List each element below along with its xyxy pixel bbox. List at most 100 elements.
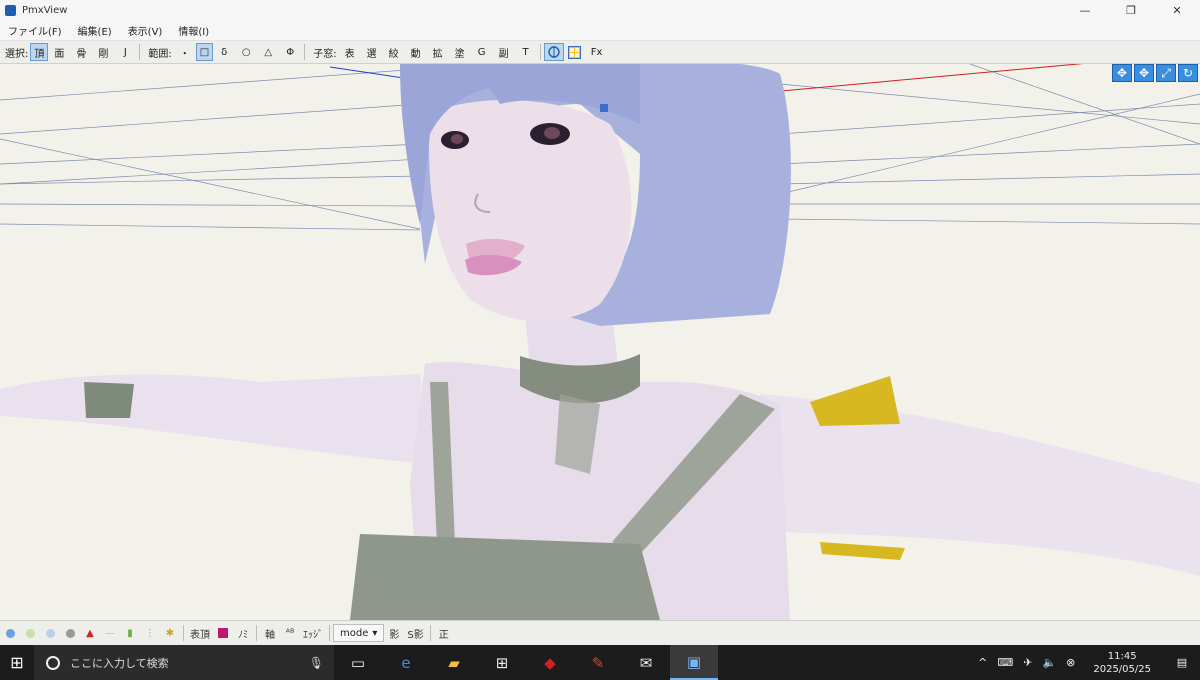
toolbar-divider [139, 44, 141, 60]
rotate-icon[interactable]: ↻ [1178, 64, 1198, 82]
morph-icon[interactable]: ▮ [120, 624, 140, 642]
crosshair-icon[interactable] [543, 43, 564, 61]
left-eye-highlight [451, 134, 463, 144]
child-scale-button[interactable]: 拡 [427, 43, 449, 61]
select-face-button[interactable]: 面 [48, 43, 70, 61]
bracelet [84, 382, 134, 418]
radio-icon[interactable] [0, 624, 20, 642]
select-rigid-button[interactable]: 剛 [92, 43, 114, 61]
mail-icon[interactable]: ✉ [622, 645, 670, 680]
child-g-button[interactable]: G [471, 43, 493, 61]
taskbar-search-box[interactable]: ここに入力して検索 🎙 [34, 645, 334, 680]
volume-muted-icon[interactable]: 🔈 [1037, 656, 1061, 669]
pmxview-taskbar-icon[interactable]: ▣ [670, 645, 718, 680]
x-axis-line [747, 64, 1084, 95]
range-point-button[interactable]: ・ [174, 43, 196, 61]
child-move-button[interactable]: 動 [405, 43, 427, 61]
edge-browser-icon[interactable]: e [382, 645, 430, 680]
select-label: 選択: [5, 48, 29, 60]
shadow-toggle[interactable]: 影 [384, 624, 404, 642]
self-shadow-toggle[interactable]: S影 [404, 624, 426, 642]
fx-button[interactable]: Fx [586, 43, 608, 61]
3d-viewport[interactable]: ✥ ✥ ⤢ ↻ [0, 64, 1200, 620]
shoulder-accessory [820, 542, 905, 560]
bone-icon[interactable]: ⋮ [140, 624, 160, 642]
vertex-display-toggle[interactable]: 表頂 [187, 624, 213, 642]
zoom-icon[interactable]: ⤢ [1156, 64, 1176, 82]
search-placeholder: ここに入力して検索 [70, 656, 169, 670]
ab-toggle[interactable]: ᴬᴮ [280, 624, 300, 642]
cortana-icon [46, 655, 60, 670]
file-explorer-icon[interactable]: ▰ [430, 645, 478, 680]
airplane-icon[interactable]: ✈ [1018, 656, 1037, 669]
child-t-button[interactable]: T [515, 43, 537, 61]
toolbar-divider [539, 44, 541, 60]
child-table-button[interactable]: 表 [339, 43, 361, 61]
selection-marker [600, 104, 608, 112]
antivirus-icon[interactable]: ◆ [526, 645, 574, 680]
toolbar-divider [304, 44, 306, 60]
point-icon[interactable] [60, 624, 80, 642]
network-icon[interactable]: ⊗ [1061, 656, 1080, 669]
menu-view[interactable]: 表示(V) [120, 23, 171, 38]
pen-app-icon[interactable]: ✎ [574, 645, 622, 680]
microphone-icon[interactable]: 🎙 [309, 656, 324, 670]
normal-toggle[interactable]: ﾉﾐ [233, 624, 253, 642]
pan-xz-icon[interactable]: ✥ [1134, 64, 1154, 82]
maximize-button[interactable]: ❐ [1108, 0, 1154, 20]
child-filter-button[interactable]: 絞 [383, 43, 405, 61]
clock-time: 11:45 [1107, 650, 1137, 662]
chevron-up-icon[interactable]: ^ [973, 656, 992, 669]
orthographic-toggle[interactable]: 正 [434, 624, 454, 642]
child-paint-button[interactable]: 塗 [449, 43, 471, 61]
axis-toggle[interactable]: 軸 [260, 624, 280, 642]
main-toolbar: 選択: 頂 面 骨 剛 J 範囲: ・ □ δ ○ △ Φ 子窓: 表 選 絞 … [0, 41, 1200, 64]
windows-taskbar: ⊞ ここに入力して検索 🎙 ▭ e ▰ ⊞ ◆ ✎ ✉ ▣ ^ ⌨ ✈ 🔈 ⊗ … [0, 645, 1200, 680]
minimize-button[interactable]: — [1062, 0, 1108, 20]
menu-file[interactable]: ファイル(F) [0, 23, 70, 38]
select-vertex-button[interactable]: 頂 [30, 43, 49, 61]
color-swatch[interactable] [213, 624, 233, 642]
warning-triangle-icon[interactable]: ▲ [80, 624, 100, 642]
pmxview-window: PmxView — ❐ ✕ ファイル(F) 編集(E) 表示(V) 情報(I) … [0, 0, 1200, 645]
menu-bar: ファイル(F) 編集(E) 表示(V) 情報(I) [0, 20, 1200, 41]
title-bar: PmxView — ❐ ✕ [0, 0, 1200, 20]
bottom-toolbar: ▲ — ▮ ⋮ ✱ 表頂 ﾉﾐ 軸 ᴬᴮ ｴｯｼﾞ mode ▾ 影 S影 正 [0, 620, 1200, 645]
range-triangle-button[interactable]: △ [257, 43, 279, 61]
mode-label: mode [340, 627, 369, 639]
toolbar-divider [429, 625, 431, 641]
edge-toggle[interactable]: ｴｯｼﾞ [300, 624, 326, 642]
menu-edit[interactable]: 編集(E) [70, 23, 120, 38]
range-phi-button[interactable]: Φ [279, 43, 301, 61]
select-bone-button[interactable]: 骨 [70, 43, 92, 61]
view-tools: ✥ ✥ ⤢ ↻ [1112, 64, 1198, 82]
toolbar-divider [329, 625, 330, 641]
mode-dropdown[interactable]: mode ▾ [333, 624, 385, 642]
range-rect-button[interactable]: □ [195, 43, 214, 61]
app-icon [5, 4, 16, 16]
range-circle-button[interactable]: ○ [235, 43, 257, 61]
child-select-button[interactable]: 選 [361, 43, 383, 61]
store-icon[interactable]: ⊞ [478, 645, 526, 680]
range-delta-button[interactable]: δ [213, 43, 235, 61]
windows-start-icon[interactable]: ⊞ [0, 645, 34, 680]
child-window-label: 子窓: [313, 48, 337, 60]
task-view-icon[interactable]: ▭ [334, 645, 382, 680]
range-label: 範囲: [148, 48, 172, 60]
sphere-icon[interactable] [40, 624, 60, 642]
ime-icon[interactable]: ⌨ [992, 656, 1018, 669]
menu-info[interactable]: 情報(I) [170, 23, 217, 38]
line-icon[interactable]: — [100, 624, 120, 642]
grid-toggle-icon[interactable] [564, 43, 586, 61]
pan-xy-icon[interactable]: ✥ [1112, 64, 1132, 82]
viewport-scene [0, 64, 1200, 620]
window-controls: — ❐ ✕ [1062, 0, 1200, 20]
child-sub-button[interactable]: 副 [493, 43, 515, 61]
material-icon[interactable]: ✱ [160, 624, 180, 642]
light-icon[interactable] [20, 624, 40, 642]
select-joint-button[interactable]: J [114, 43, 136, 61]
close-button[interactable]: ✕ [1154, 0, 1200, 20]
clock[interactable]: 11:45 2025/05/25 [1080, 650, 1164, 676]
notification-icon[interactable]: ▤ [1164, 656, 1200, 669]
right-eye-highlight [544, 127, 560, 139]
